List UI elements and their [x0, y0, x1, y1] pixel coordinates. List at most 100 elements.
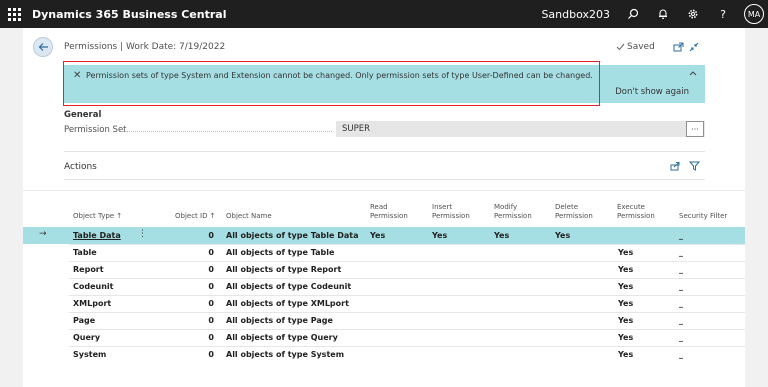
object-type-cell[interactable]: XMLport [73, 299, 111, 308]
environment-name[interactable]: Sandbox203 [541, 8, 610, 21]
execute-permission-cell[interactable]: Yes [618, 265, 633, 274]
notification-bell-icon[interactable] [648, 0, 678, 28]
object-id-cell[interactable]: 0 [208, 316, 214, 325]
table-row[interactable]: System 0 All objects of type System Yes _ [23, 346, 745, 363]
table-row[interactable]: Table 0 All objects of type Table Yes _ [23, 244, 745, 261]
object-id-cell[interactable]: 0 [208, 282, 214, 291]
col-modify-permission[interactable]: Modify Permission [494, 203, 532, 221]
share-icon[interactable] [668, 159, 682, 173]
settings-gear-icon[interactable] [678, 0, 708, 28]
object-type-cell[interactable]: Table Data [73, 231, 121, 240]
row-divider [69, 278, 745, 279]
security-filter-cell[interactable]: _ [679, 282, 683, 291]
object-name-cell[interactable]: All objects of type Table Data [226, 231, 358, 240]
page-caption: Permissions | Work Date: 7/19/2022 [64, 42, 226, 52]
read-permission-cell[interactable]: Yes [370, 231, 385, 240]
security-filter-cell[interactable]: _ [679, 265, 683, 274]
object-type-cell[interactable]: Codeunit [73, 282, 113, 291]
back-button[interactable] [33, 37, 53, 57]
col-security-filter[interactable]: Security Filter [679, 212, 727, 221]
row-menu-icon[interactable]: ⋮ [138, 229, 147, 239]
open-in-new-window-icon[interactable] [671, 40, 685, 54]
col-read-permission[interactable]: Read Permission [370, 203, 408, 221]
security-filter-cell[interactable]: _ [679, 350, 683, 359]
object-type-cell[interactable]: Query [73, 333, 100, 342]
object-id-cell[interactable]: 0 [208, 231, 214, 240]
object-name-cell[interactable]: All objects of type Page [226, 316, 333, 325]
back-arrow-icon [38, 43, 48, 51]
row-divider [69, 312, 745, 313]
execute-permission-cell[interactable]: Yes [618, 316, 633, 325]
execute-permission-cell[interactable]: Yes [618, 299, 633, 308]
object-id-cell[interactable]: 0 [208, 350, 214, 359]
saved-status: Saved [616, 42, 655, 52]
execute-permission-cell[interactable]: Yes [618, 350, 633, 359]
permission-set-lookup-button[interactable]: ··· [686, 121, 704, 137]
object-name-cell[interactable]: All objects of type System [226, 350, 344, 359]
checkmark-icon [616, 43, 625, 51]
object-id-cell[interactable]: 0 [208, 248, 214, 257]
permissions-grid: Object Type ↑ Object ID ↑ Object Name Re… [23, 190, 745, 387]
divider [64, 179, 705, 180]
app-launcher-icon[interactable] [0, 0, 28, 28]
security-filter-cell[interactable]: _ [679, 333, 683, 342]
user-avatar[interactable]: MA [744, 4, 764, 24]
object-id-cell[interactable]: 0 [208, 299, 214, 308]
security-filter-cell[interactable]: _ [679, 248, 683, 257]
delete-permission-cell[interactable]: Yes [555, 231, 570, 240]
highlight-box [63, 61, 600, 106]
col-object-name[interactable]: Object Name [226, 212, 272, 221]
dont-show-again-link[interactable]: Don't show again [615, 87, 689, 97]
col-insert-permission[interactable]: Insert Permission [432, 203, 470, 221]
col-object-id[interactable]: Object ID ↑ [175, 212, 216, 221]
table-row[interactable]: Query 0 All objects of type Query Yes _ [23, 329, 745, 346]
permission-set-field[interactable]: SUPER [336, 121, 705, 137]
field-leader-dots [121, 131, 332, 132]
object-name-cell[interactable]: All objects of type XMLport [226, 299, 349, 308]
table-row[interactable]: Report 0 All objects of type Report Yes _ [23, 261, 745, 278]
execute-permission-cell[interactable]: Yes [618, 333, 633, 342]
search-icon[interactable] [618, 0, 648, 28]
security-filter-cell[interactable]: _ [679, 299, 683, 308]
col-execute-permission[interactable]: Execute Permission [617, 203, 655, 221]
top-bar: Dynamics 365 Business Central Sandbox203… [0, 0, 768, 28]
object-name-cell[interactable]: All objects of type Table [226, 248, 334, 257]
actions-section-title[interactable]: Actions [64, 162, 97, 172]
object-type-cell[interactable]: Table [73, 248, 97, 257]
object-name-cell[interactable]: All objects of type Query [226, 333, 338, 342]
security-filter-cell[interactable]: _ [679, 231, 683, 240]
table-row[interactable]: → ⋮ Table Data 0 All objects of type Table D… [23, 227, 745, 244]
table-row[interactable]: XMLport 0 All objects of type XMLport Yes _ [23, 295, 745, 312]
row-divider [69, 261, 745, 262]
object-type-cell[interactable]: Report [73, 265, 104, 274]
object-type-cell[interactable]: System [73, 350, 106, 359]
table-row[interactable]: Codeunit 0 All objects of type Codeunit Yes… [23, 278, 745, 295]
row-divider [69, 329, 745, 330]
object-id-cell[interactable]: 0 [208, 265, 214, 274]
row-divider [69, 244, 745, 245]
object-name-cell[interactable]: All objects of type Report [226, 265, 341, 274]
row-divider [69, 295, 745, 296]
modify-permission-cell[interactable]: Yes [494, 231, 509, 240]
insert-permission-cell[interactable]: Yes [432, 231, 447, 240]
row-divider [69, 346, 745, 347]
general-section-title[interactable]: General [64, 110, 101, 120]
object-id-cell[interactable]: 0 [208, 333, 214, 342]
collapse-icon[interactable] [687, 40, 701, 54]
execute-permission-cell[interactable]: Yes [618, 282, 633, 291]
execute-permission-cell[interactable]: Yes [618, 248, 633, 257]
chevron-up-icon[interactable] [689, 69, 697, 78]
app-title[interactable]: Dynamics 365 Business Central [32, 8, 226, 21]
table-row[interactable]: Page 0 All objects of type Page Yes _ [23, 312, 745, 329]
object-name-cell[interactable]: All objects of type Codeunit [226, 282, 351, 291]
current-row-arrow-icon: → [39, 229, 47, 239]
help-icon[interactable]: ? [708, 0, 738, 28]
col-delete-permission[interactable]: Delete Permission [555, 203, 593, 221]
col-object-type[interactable]: Object Type ↑ [73, 212, 122, 221]
permissions-page: Permissions | Work Date: 7/19/2022 Saved… [23, 28, 745, 387]
security-filter-cell[interactable]: _ [679, 316, 683, 325]
saved-label: Saved [627, 42, 655, 52]
filter-icon[interactable] [687, 159, 701, 173]
object-type-cell[interactable]: Page [73, 316, 95, 325]
divider [64, 151, 705, 152]
